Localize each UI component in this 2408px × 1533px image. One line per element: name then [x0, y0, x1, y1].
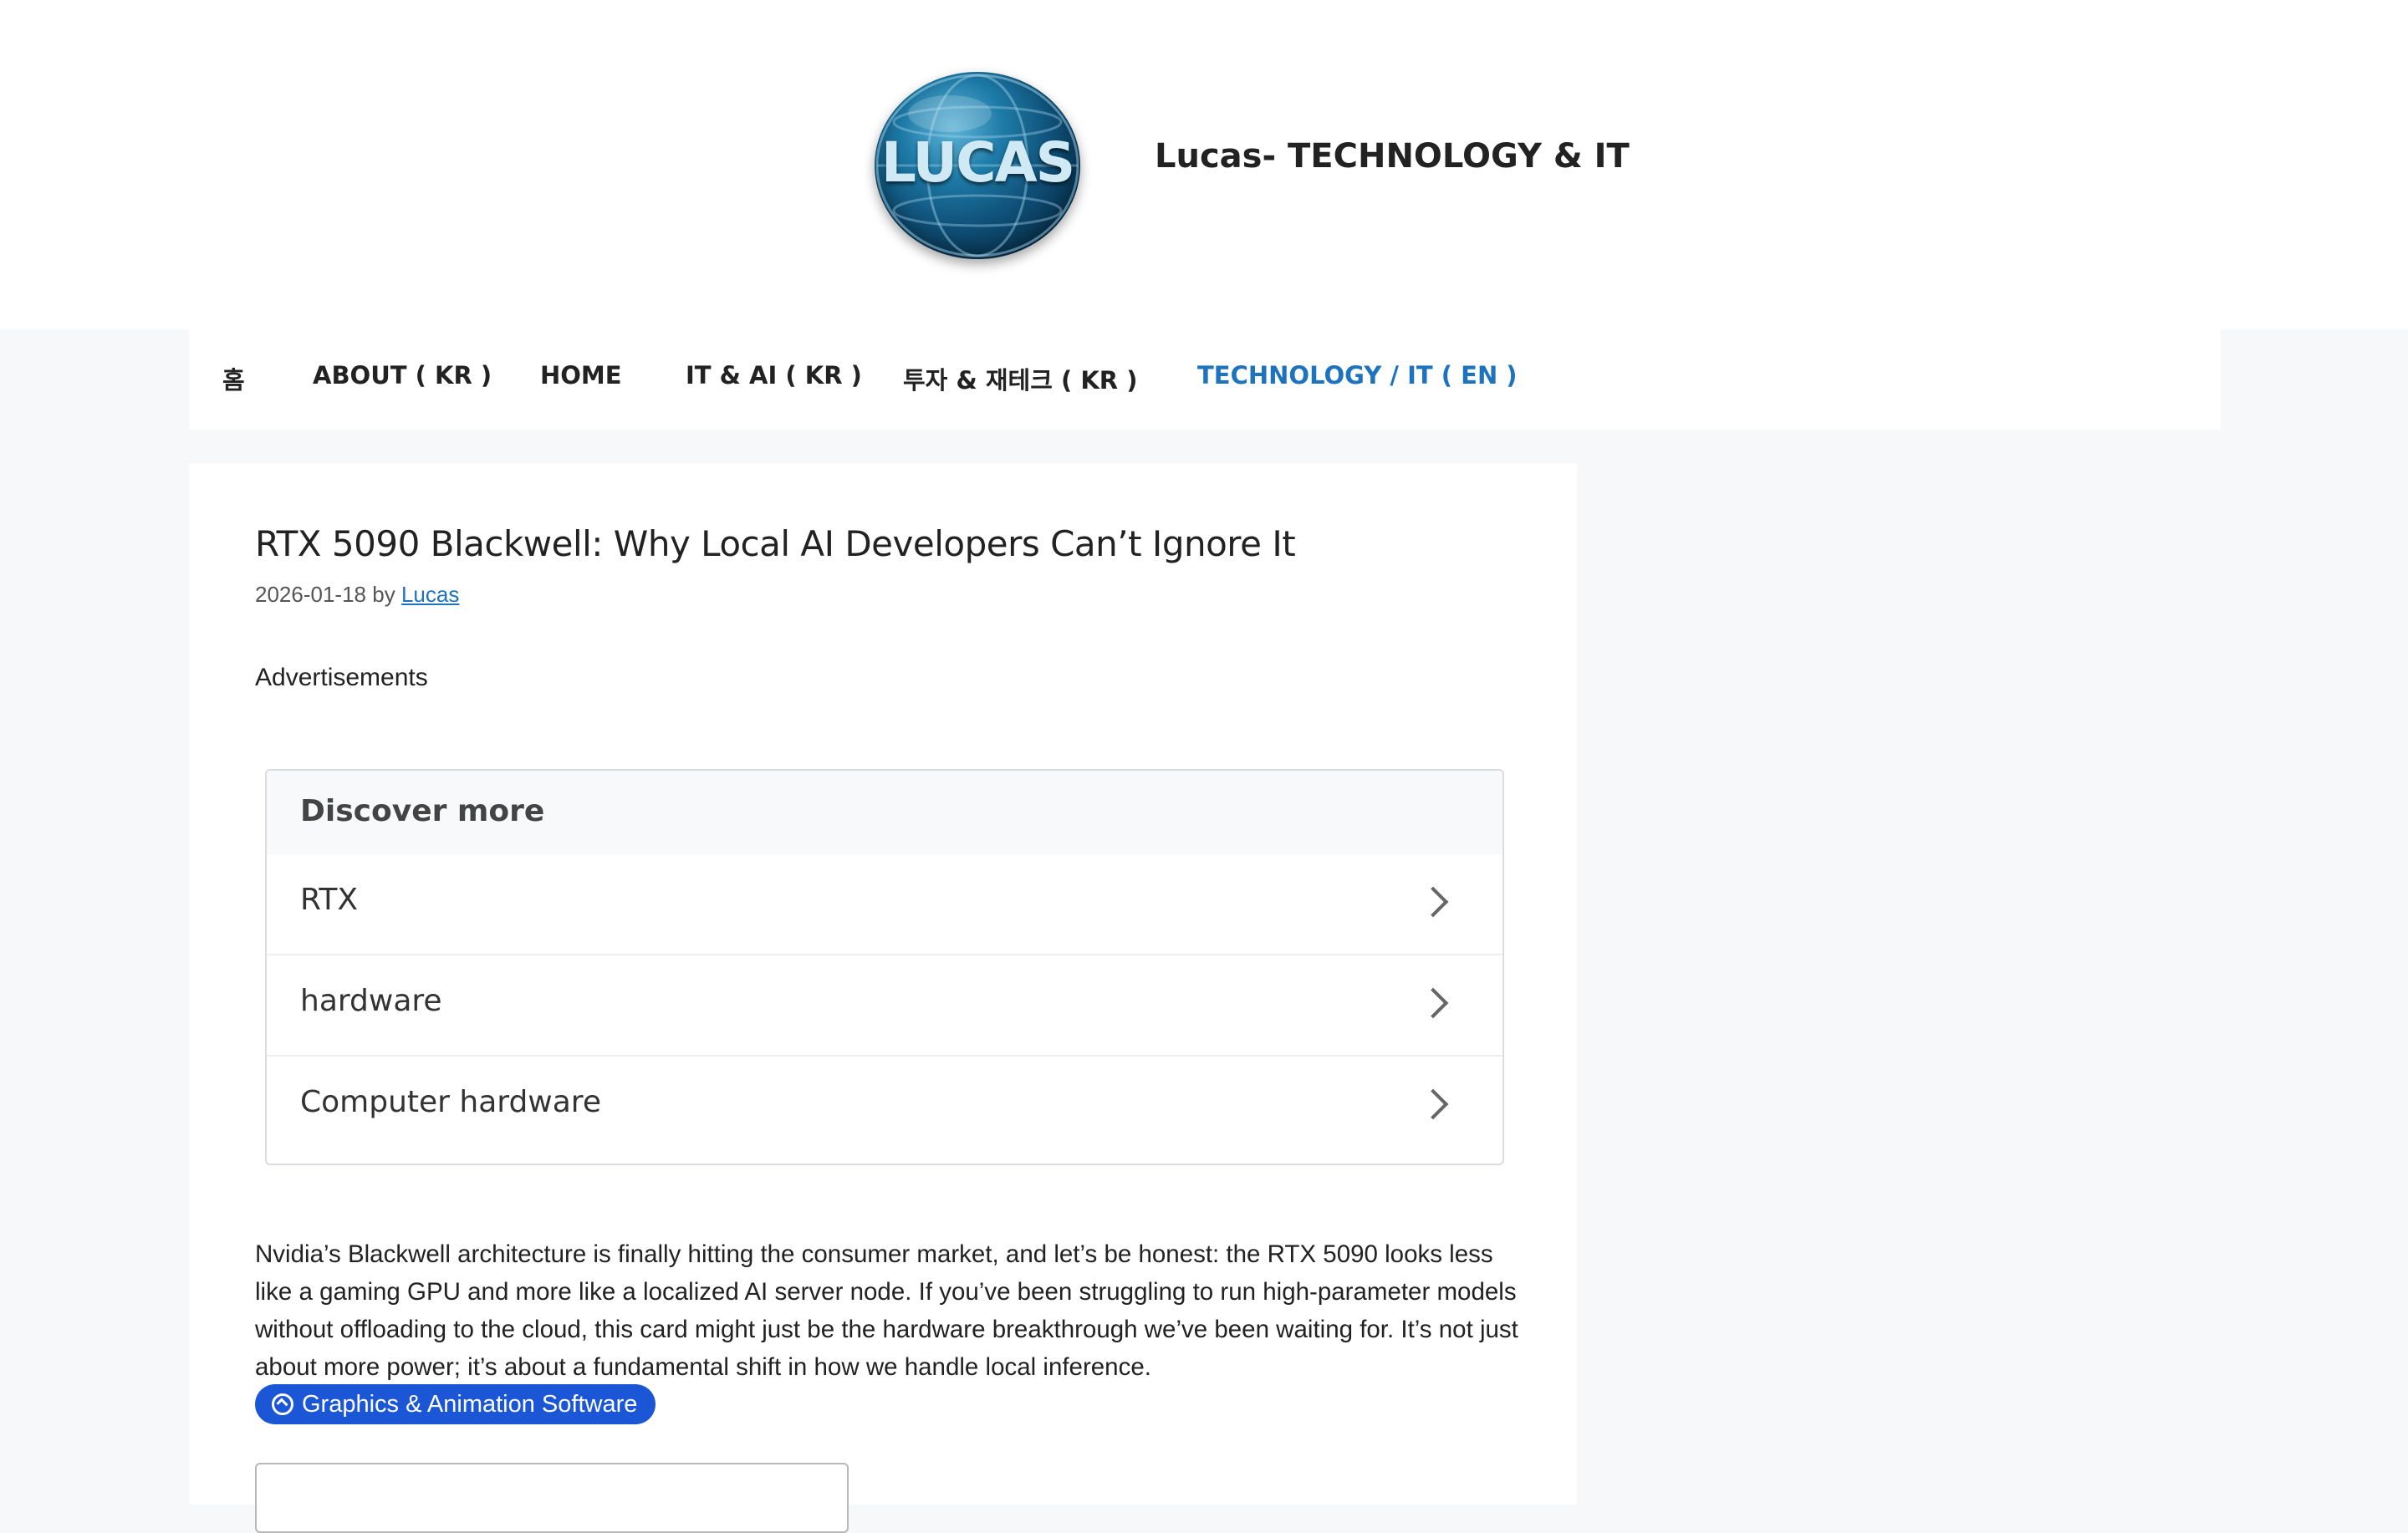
- discover-title: Discover more: [300, 794, 545, 828]
- embedded-box[interactable]: [255, 1463, 849, 1533]
- site-header: LUCAS Lucas- TECHNOLOGY & IT: [0, 0, 2408, 329]
- chip-label: Graphics & Animation Software: [302, 1391, 638, 1418]
- chevron-right-icon: [1417, 987, 1449, 1019]
- nav-item-technology-it[interactable]: TECHNOLOGY / IT ( EN ): [1197, 361, 1518, 390]
- post-by-label: by: [372, 582, 395, 607]
- logo-text: LUCAS: [880, 130, 1075, 195]
- nav-item-home-kr[interactable]: 홈: [222, 361, 245, 396]
- nav-item-about[interactable]: ABOUT ( KR ): [313, 361, 492, 390]
- discover-more-box: Discover more RTX hardware Computer hard…: [265, 769, 1504, 1165]
- arrow-circle-icon: [272, 1393, 293, 1415]
- discover-item-label: hardware: [300, 984, 442, 1018]
- site-logo[interactable]: LUCAS: [875, 72, 1080, 259]
- main-navigation: 홈 ABOUT ( KR ) HOME IT & AI ( KR ) 투자 & …: [189, 329, 2221, 430]
- topic-chip[interactable]: Graphics & Animation Software: [255, 1384, 656, 1424]
- post-meta: 2026-01-18 by Lucas: [255, 582, 459, 608]
- nav-item-investment[interactable]: 투자 & 재테크 ( KR ): [903, 361, 1137, 396]
- discover-item-label: RTX: [300, 883, 359, 917]
- discover-item-label: Computer hardware: [300, 1085, 601, 1119]
- discover-item-computer-hardware[interactable]: Computer hardware: [267, 1057, 1502, 1156]
- nav-item-it-ai[interactable]: IT & AI ( KR ): [686, 361, 862, 390]
- chevron-right-icon: [1417, 886, 1449, 918]
- author-link[interactable]: Lucas: [401, 582, 459, 607]
- site-title[interactable]: Lucas- TECHNOLOGY & IT: [1155, 137, 1630, 176]
- chevron-right-icon: [1417, 1088, 1449, 1120]
- discover-header: Discover more: [267, 771, 1502, 854]
- nav-item-home[interactable]: HOME: [540, 361, 622, 390]
- discover-item-hardware[interactable]: hardware: [267, 955, 1502, 1057]
- advertisements-label: Advertisements: [255, 664, 428, 691]
- article-card: RTX 5090 Blackwell: Why Local AI Develop…: [189, 463, 1577, 1533]
- post-title: RTX 5090 Blackwell: Why Local AI Develop…: [255, 523, 1296, 564]
- article-paragraph: Nvidia’s Blackwell architecture is final…: [255, 1240, 1518, 1381]
- discover-item-rtx[interactable]: RTX: [267, 854, 1502, 955]
- post-date: 2026-01-18: [255, 582, 366, 607]
